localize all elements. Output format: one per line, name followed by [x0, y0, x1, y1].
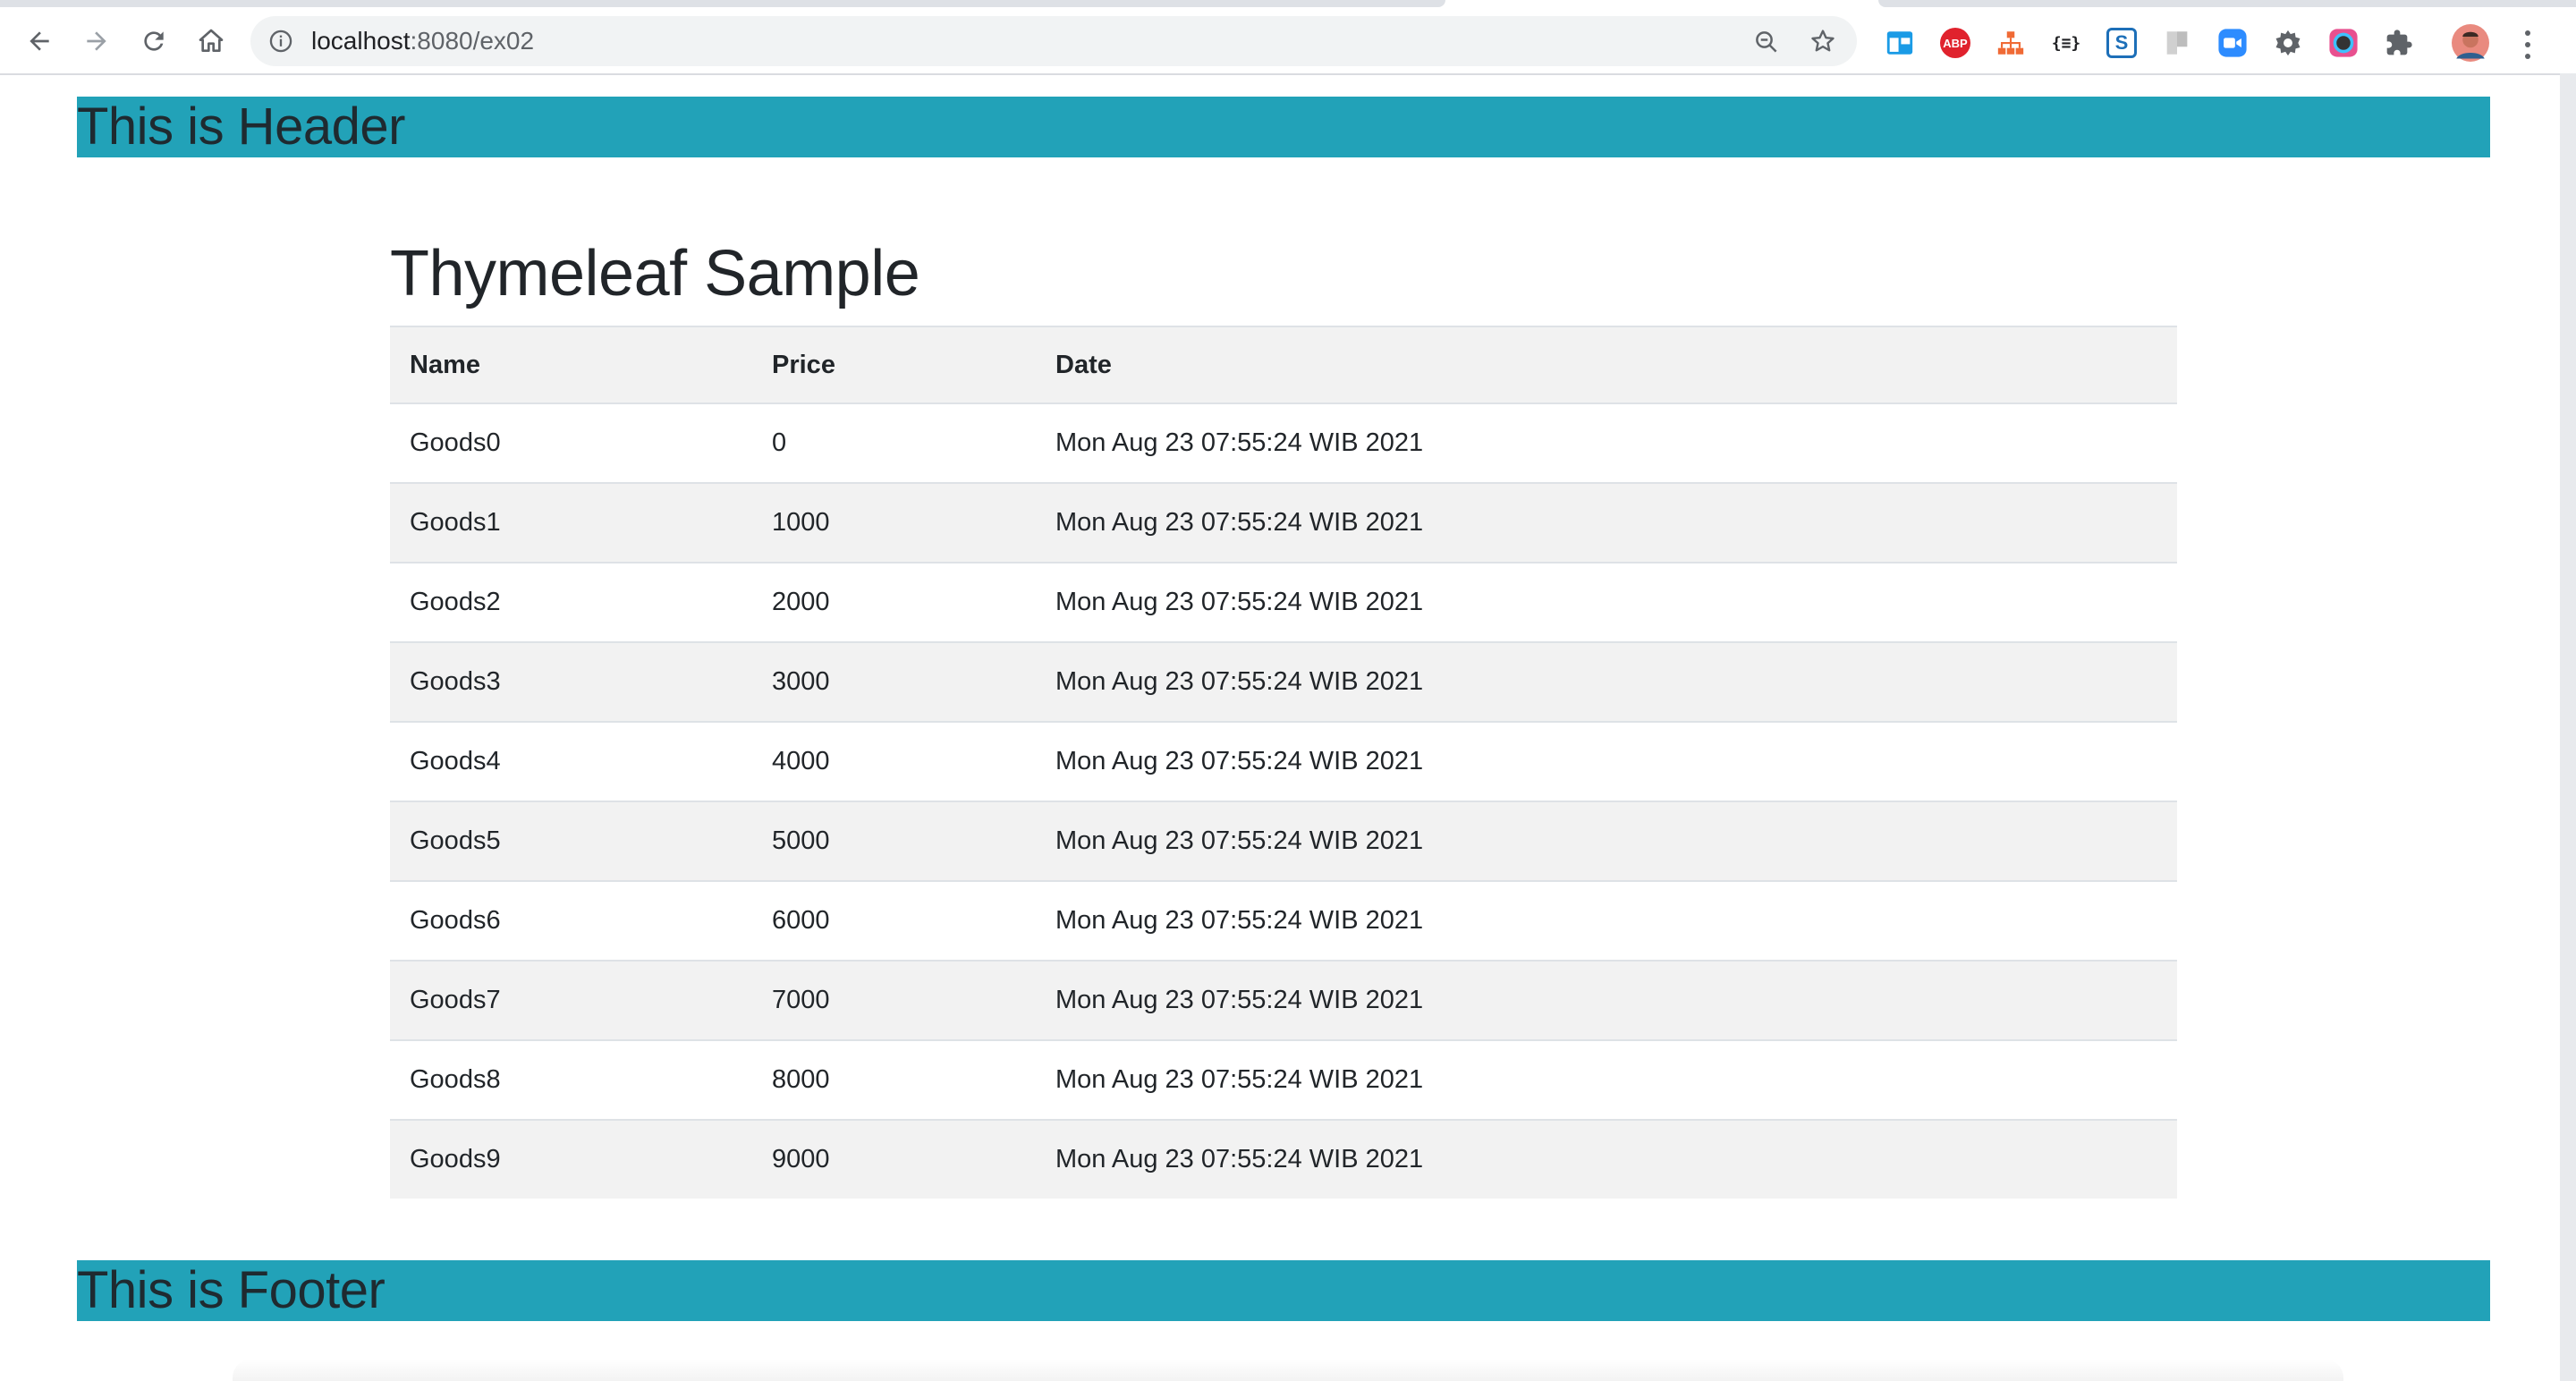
- tab-strip-right: [1878, 0, 2576, 7]
- cell-price: 7000: [752, 960, 1036, 1040]
- sitemap-ext-button[interactable]: [1993, 25, 2029, 61]
- cell-date: Mon Aug 23 07:55:24 WIB 2021: [1036, 1119, 2177, 1199]
- site-info-icon[interactable]: [268, 29, 293, 54]
- window-edge: [2560, 73, 2576, 1381]
- cell-date: Mon Aug 23 07:55:24 WIB 2021: [1036, 562, 2177, 642]
- browser-menu-button[interactable]: [2515, 27, 2540, 63]
- tab-strip-left: [0, 0, 1445, 7]
- column-header-date: Date: [1036, 326, 2177, 404]
- menu-dot-icon: [2525, 42, 2530, 47]
- table-row: Goods1 1000 Mon Aug 23 07:55:24 WIB 2021: [390, 482, 2177, 563]
- back-button[interactable]: [20, 21, 59, 61]
- cell-name: Goods8: [390, 1039, 752, 1120]
- url-text[interactable]: localhost:8080/ex02: [311, 28, 534, 55]
- s-ext-button[interactable]: S: [2104, 25, 2140, 61]
- json-ext-icon: {≡}: [2051, 33, 2081, 53]
- bookmark-star-icon[interactable]: [1809, 27, 1837, 55]
- s-ext-icon: S: [2106, 28, 2137, 58]
- cell-date: Mon Aug 23 07:55:24 WIB 2021: [1036, 721, 2177, 801]
- gear-ext-button[interactable]: [2270, 25, 2306, 61]
- home-button[interactable]: [191, 21, 231, 61]
- window-ext-icon: [1886, 31, 1913, 55]
- cell-price: 3000: [752, 641, 1036, 722]
- cell-date: Mon Aug 23 07:55:24 WIB 2021: [1036, 1039, 2177, 1120]
- color-picker-ext-icon: [2329, 29, 2358, 57]
- adblock-button[interactable]: ABP: [1937, 25, 1973, 61]
- column-header-price: Price: [752, 326, 1036, 404]
- column-header-name: Name: [390, 326, 752, 404]
- cell-date: Mon Aug 23 07:55:24 WIB 2021: [1036, 482, 2177, 563]
- color-picker-ext-button[interactable]: [2326, 25, 2361, 61]
- adblock-icon: ABP: [1940, 28, 1970, 58]
- header-text: This is Header: [77, 97, 405, 156]
- url-path: :8080/ex02: [410, 27, 535, 55]
- cell-name: Goods5: [390, 801, 752, 881]
- extensions-puzzle-icon: [2386, 30, 2412, 55]
- back-icon: [30, 31, 49, 51]
- table-row: Goods2 2000 Mon Aug 23 07:55:24 WIB 2021: [390, 562, 2177, 642]
- address-bar[interactable]: localhost:8080/ex02: [250, 16, 1857, 66]
- cell-name: Goods7: [390, 960, 752, 1040]
- forward-button[interactable]: [77, 21, 116, 61]
- reload-button[interactable]: [134, 21, 174, 61]
- cell-price: 1000: [752, 482, 1036, 563]
- bottom-shadow: [233, 1360, 2343, 1381]
- cell-price: 8000: [752, 1039, 1036, 1120]
- cell-date: Mon Aug 23 07:55:24 WIB 2021: [1036, 880, 2177, 961]
- cell-date: Mon Aug 23 07:55:24 WIB 2021: [1036, 641, 2177, 722]
- page-header: This is Header: [77, 97, 2490, 157]
- cell-name: Goods9: [390, 1119, 752, 1199]
- cell-date: Mon Aug 23 07:55:24 WIB 2021: [1036, 402, 2177, 483]
- zoom-ext-button[interactable]: [2215, 25, 2250, 61]
- reload-icon: [144, 31, 164, 51]
- menu-dot-icon: [2525, 54, 2530, 59]
- cell-price: 2000: [752, 562, 1036, 642]
- table-row: Goods3 3000 Mon Aug 23 07:55:24 WIB 2021: [390, 641, 2177, 722]
- browser-toolbar: localhost:8080/ex02 ABP {≡} S: [0, 7, 2576, 75]
- cell-date: Mon Aug 23 07:55:24 WIB 2021: [1036, 960, 2177, 1040]
- cell-date: Mon Aug 23 07:55:24 WIB 2021: [1036, 801, 2177, 881]
- footer-text: This is Footer: [77, 1261, 386, 1319]
- grey-ext-icon: [2166, 31, 2188, 55]
- table-row: Goods7 7000 Mon Aug 23 07:55:24 WIB 2021: [390, 960, 2177, 1040]
- page-footer: This is Footer: [77, 1260, 2490, 1321]
- table-header-row: Name Price Date: [390, 326, 2177, 404]
- grey-ext-button[interactable]: [2159, 25, 2195, 61]
- cell-name: Goods6: [390, 880, 752, 961]
- cell-name: Goods1: [390, 482, 752, 563]
- table-row: Goods6 6000 Mon Aug 23 07:55:24 WIB 2021: [390, 880, 2177, 961]
- menu-dot-icon: [2525, 30, 2530, 36]
- extensions-button[interactable]: [2381, 25, 2417, 61]
- goods-table: Name Price Date Goods0 0 Mon Aug 23 07:5…: [390, 326, 2177, 1199]
- cell-price: 9000: [752, 1119, 1036, 1199]
- forward-icon: [87, 31, 106, 51]
- home-icon: [199, 29, 224, 52]
- table-row: Goods4 4000 Mon Aug 23 07:55:24 WIB 2021: [390, 721, 2177, 801]
- json-ext-button[interactable]: {≡}: [2048, 25, 2084, 61]
- avatar: [2452, 24, 2489, 62]
- cell-name: Goods2: [390, 562, 752, 642]
- zoom-ext-icon: [2218, 29, 2247, 57]
- sitemap-ext-icon: [1997, 31, 2024, 55]
- cell-price: 6000: [752, 880, 1036, 961]
- cell-price: 5000: [752, 801, 1036, 881]
- cell-name: Goods4: [390, 721, 752, 801]
- gear-ext-icon: [2275, 30, 2301, 56]
- table-row: Goods8 8000 Mon Aug 23 07:55:24 WIB 2021: [390, 1039, 2177, 1120]
- table-row: Goods9 9000 Mon Aug 23 07:55:24 WIB 2021: [390, 1119, 2177, 1199]
- profile-avatar-button[interactable]: [2451, 23, 2490, 63]
- cell-name: Goods3: [390, 641, 752, 722]
- url-host: localhost: [311, 27, 411, 55]
- cell-name: Goods0: [390, 402, 752, 483]
- table-row: Goods5 5000 Mon Aug 23 07:55:24 WIB 2021: [390, 801, 2177, 881]
- tab-strip: [0, 0, 2576, 7]
- cell-price: 0: [752, 402, 1036, 483]
- table-row: Goods0 0 Mon Aug 23 07:55:24 WIB 2021: [390, 402, 2177, 483]
- page-title: Thymeleaf Sample: [390, 238, 920, 309]
- window-ext-button[interactable]: [1882, 25, 1918, 61]
- zoom-out-icon[interactable]: [1753, 29, 1780, 55]
- cell-price: 4000: [752, 721, 1036, 801]
